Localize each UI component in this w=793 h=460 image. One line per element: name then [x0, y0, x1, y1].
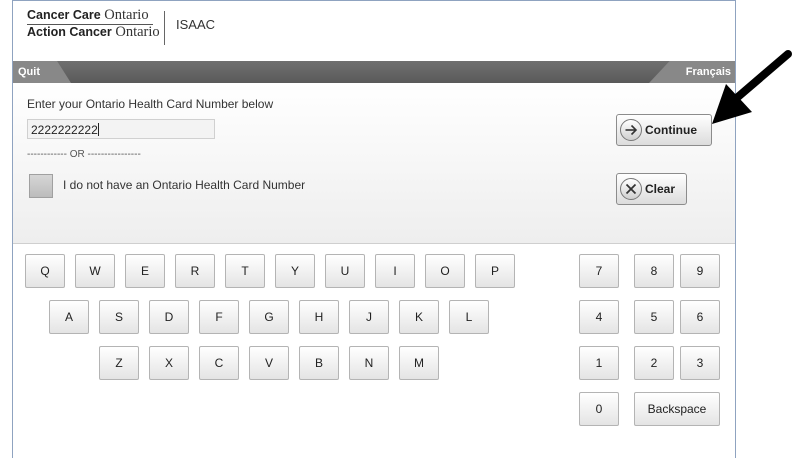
header-divider — [164, 11, 165, 45]
key-s[interactable]: S — [99, 300, 139, 334]
x-circle-icon — [620, 178, 642, 200]
key-l[interactable]: L — [449, 300, 489, 334]
app-name: ISAAC — [176, 17, 216, 32]
key-u[interactable]: U — [325, 254, 365, 288]
key-a[interactable]: A — [49, 300, 89, 334]
key-r[interactable]: R — [175, 254, 215, 288]
key-0[interactable]: 0 — [579, 392, 619, 426]
arrow-right-circle-icon — [620, 119, 642, 141]
health-card-prompt: Enter your Ontario Health Card Number be… — [27, 97, 274, 111]
key-5[interactable]: 5 — [634, 300, 674, 334]
key-6[interactable]: 6 — [680, 300, 720, 334]
key-j[interactable]: J — [349, 300, 389, 334]
clear-button[interactable]: Clear — [616, 173, 687, 205]
key-v[interactable]: V — [249, 346, 289, 380]
clear-label: Clear — [645, 182, 676, 196]
key-4[interactable]: 4 — [579, 300, 619, 334]
key-p[interactable]: P — [475, 254, 515, 288]
key-f[interactable]: F — [199, 300, 239, 334]
key-m[interactable]: M — [399, 346, 439, 380]
text-caret — [97, 123, 99, 136]
key-i[interactable]: I — [375, 254, 415, 288]
key-2[interactable]: 2 — [634, 346, 674, 380]
logo-divider — [27, 24, 153, 25]
key-t[interactable]: T — [225, 254, 265, 288]
annotation-arrow-icon — [712, 50, 792, 124]
app-window: Cancer Care Ontario Action Cancer Ontari… — [12, 0, 736, 459]
key-9[interactable]: 9 — [680, 254, 720, 288]
no-card-label: I do not have an Ontario Health Card Num… — [63, 178, 306, 192]
key-w[interactable]: W — [75, 254, 115, 288]
key-n[interactable]: N — [349, 346, 389, 380]
health-card-value: 2222222222 — [31, 123, 98, 137]
health-card-input[interactable]: 2222222222 — [27, 119, 215, 139]
key-x[interactable]: X — [149, 346, 189, 380]
health-card-form: Enter your Ontario Health Card Number be… — [13, 83, 735, 244]
key-3[interactable]: 3 — [680, 346, 720, 380]
on-screen-keyboard: Q W E R T Y U I O P A S D F G H J K L Z … — [13, 244, 735, 459]
key-c[interactable]: C — [199, 346, 239, 380]
key-h[interactable]: H — [299, 300, 339, 334]
continue-button[interactable]: Continue — [616, 114, 712, 146]
or-separator: ------------ OR ---------------- — [27, 149, 141, 160]
continue-label: Continue — [645, 123, 697, 137]
key-g[interactable]: G — [249, 300, 289, 334]
key-y[interactable]: Y — [275, 254, 315, 288]
key-o[interactable]: O — [425, 254, 465, 288]
key-7[interactable]: 7 — [579, 254, 619, 288]
top-bar: Quit Français — [13, 61, 735, 83]
no-card-checkbox[interactable] — [29, 174, 53, 198]
key-z[interactable]: Z — [99, 346, 139, 380]
key-q[interactable]: Q — [25, 254, 65, 288]
backspace-key[interactable]: Backspace — [634, 392, 720, 426]
key-1[interactable]: 1 — [579, 346, 619, 380]
key-k[interactable]: K — [399, 300, 439, 334]
key-b[interactable]: B — [299, 346, 339, 380]
key-e[interactable]: E — [125, 254, 165, 288]
key-d[interactable]: D — [149, 300, 189, 334]
quit-button[interactable]: Quit — [13, 61, 71, 83]
key-8[interactable]: 8 — [634, 254, 674, 288]
header: Cancer Care Ontario Action Cancer Ontari… — [13, 1, 735, 61]
